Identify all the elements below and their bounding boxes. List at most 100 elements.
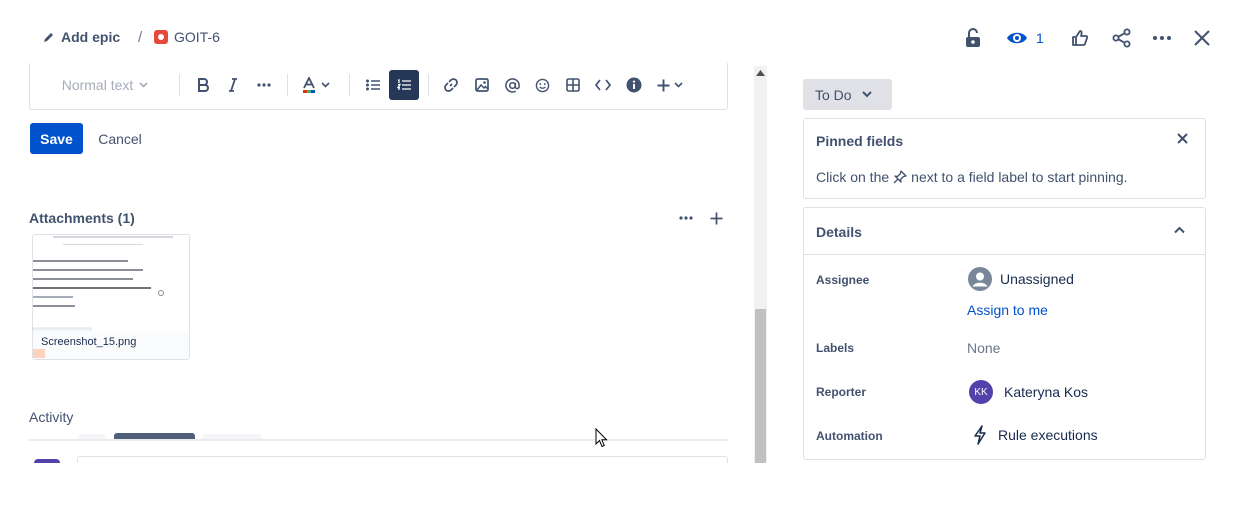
chevron-down-icon bbox=[674, 82, 683, 88]
emoji-icon bbox=[535, 78, 550, 93]
details-panel bbox=[803, 207, 1206, 460]
more-icon bbox=[1153, 36, 1171, 40]
image-icon bbox=[475, 78, 489, 92]
like-button[interactable] bbox=[1064, 22, 1096, 54]
pencil-icon bbox=[43, 31, 55, 43]
user-avatar-icon bbox=[968, 267, 992, 291]
assign-to-me-link[interactable]: Assign to me bbox=[967, 302, 1048, 318]
code-icon bbox=[595, 79, 611, 91]
scroll-up-arrow[interactable] bbox=[756, 70, 765, 76]
bold-icon bbox=[197, 78, 209, 92]
labels-label: Labels bbox=[816, 341, 855, 355]
close-button[interactable] bbox=[1186, 22, 1218, 54]
chevron-down-icon bbox=[861, 91, 872, 98]
italic-icon bbox=[228, 78, 238, 92]
unlock-button[interactable] bbox=[957, 22, 989, 54]
attachment-filename: Screenshot_15.png bbox=[41, 336, 137, 348]
collapse-details-button[interactable] bbox=[1174, 226, 1185, 234]
bug-type-icon bbox=[154, 30, 168, 44]
eye-icon bbox=[1006, 30, 1028, 46]
issue-key-link[interactable]: GOIT-6 bbox=[154, 29, 220, 45]
link-icon bbox=[443, 77, 459, 93]
mention-icon bbox=[504, 77, 520, 93]
breadcrumb-separator: / bbox=[138, 29, 143, 46]
save-button[interactable]: Save bbox=[30, 123, 83, 154]
mouse-cursor-icon bbox=[595, 428, 608, 448]
text-style-label: Normal text bbox=[61, 77, 134, 93]
close-icon bbox=[1177, 133, 1188, 144]
reporter-label: Reporter bbox=[816, 385, 867, 399]
comment-input[interactable] bbox=[77, 456, 728, 463]
table-button[interactable] bbox=[560, 70, 586, 100]
assignee-label: Assignee bbox=[816, 273, 870, 287]
toolbar-divider bbox=[179, 74, 180, 96]
activity-tabs-divider bbox=[29, 439, 728, 441]
watchers-count: 1 bbox=[1036, 30, 1044, 46]
lightning-bolt-icon bbox=[973, 425, 987, 445]
insert-menu-button[interactable] bbox=[653, 70, 687, 100]
automation-value: Rule executions bbox=[998, 427, 1098, 443]
status-label: To Do bbox=[815, 86, 852, 103]
thumbs-up-icon bbox=[1071, 29, 1089, 47]
cancel-button[interactable]: Cancel bbox=[92, 123, 148, 154]
watch-button[interactable]: 1 bbox=[1006, 22, 1044, 54]
numbered-list-button[interactable] bbox=[389, 70, 419, 100]
more-formatting-button[interactable] bbox=[251, 70, 277, 100]
automation-label: Automation bbox=[816, 429, 883, 443]
toolbar-divider bbox=[428, 74, 429, 96]
details-divider bbox=[804, 254, 1205, 255]
link-button[interactable] bbox=[438, 70, 464, 100]
more-icon bbox=[679, 216, 693, 220]
reporter-avatar: KK bbox=[969, 380, 993, 404]
info-icon bbox=[626, 77, 642, 93]
issue-key: GOIT-6 bbox=[174, 29, 220, 45]
bullet-list-button[interactable] bbox=[360, 70, 386, 100]
pinned-fields-title: Pinned fields bbox=[816, 133, 904, 149]
bullet-list-icon bbox=[366, 79, 380, 91]
code-button[interactable] bbox=[590, 70, 616, 100]
close-pinned-button[interactable] bbox=[1177, 133, 1188, 144]
chevron-up-icon bbox=[1174, 226, 1185, 234]
chevron-down-icon bbox=[139, 82, 148, 88]
more-actions-button[interactable] bbox=[1146, 22, 1178, 54]
chevron-down-icon bbox=[321, 82, 330, 88]
assignee-value: Unassigned bbox=[1000, 271, 1074, 287]
text-style-dropdown[interactable]: Normal text bbox=[55, 70, 155, 100]
scrollbar-thumb[interactable] bbox=[755, 309, 766, 463]
details-title: Details bbox=[816, 224, 862, 240]
toolbar-divider bbox=[349, 74, 350, 96]
attachments-more-button[interactable] bbox=[670, 202, 702, 234]
image-button[interactable] bbox=[469, 70, 495, 100]
emoji-button[interactable] bbox=[529, 70, 555, 100]
add-epic-link[interactable]: Add epic bbox=[43, 29, 120, 45]
pinned-hint-after: next to a field label to start pinning. bbox=[911, 169, 1128, 185]
share-icon bbox=[1112, 28, 1132, 48]
plus-icon bbox=[657, 79, 670, 92]
pin-icon bbox=[893, 170, 907, 184]
text-color-button[interactable] bbox=[298, 70, 334, 100]
mention-button[interactable] bbox=[499, 70, 525, 100]
labels-value[interactable]: None bbox=[967, 340, 1000, 356]
toolbar-divider bbox=[287, 74, 288, 96]
plus-icon bbox=[710, 212, 723, 225]
share-button[interactable] bbox=[1106, 22, 1138, 54]
add-attachment-button[interactable] bbox=[700, 202, 732, 234]
add-epic-label: Add epic bbox=[61, 29, 121, 45]
automation-field[interactable]: Rule executions bbox=[973, 425, 1098, 445]
more-icon bbox=[257, 83, 271, 87]
status-dropdown[interactable]: To Do bbox=[803, 79, 892, 110]
close-icon bbox=[1194, 30, 1210, 46]
numbered-list-icon bbox=[397, 79, 411, 91]
bold-button[interactable] bbox=[190, 70, 216, 100]
attachments-title: Attachments (1) bbox=[29, 210, 135, 226]
activity-title: Activity bbox=[29, 409, 74, 425]
table-icon bbox=[566, 78, 580, 92]
unlock-icon bbox=[964, 28, 982, 48]
avatar bbox=[34, 459, 60, 463]
reporter-field[interactable]: KK Kateryna Kos bbox=[969, 380, 1088, 404]
text-color-icon bbox=[302, 77, 316, 93]
pinned-fields-hint: Click on the next to a field label to st… bbox=[816, 169, 1128, 185]
info-panel-button[interactable] bbox=[621, 70, 647, 100]
assignee-field[interactable]: Unassigned bbox=[968, 267, 1074, 291]
italic-button[interactable] bbox=[220, 70, 246, 100]
